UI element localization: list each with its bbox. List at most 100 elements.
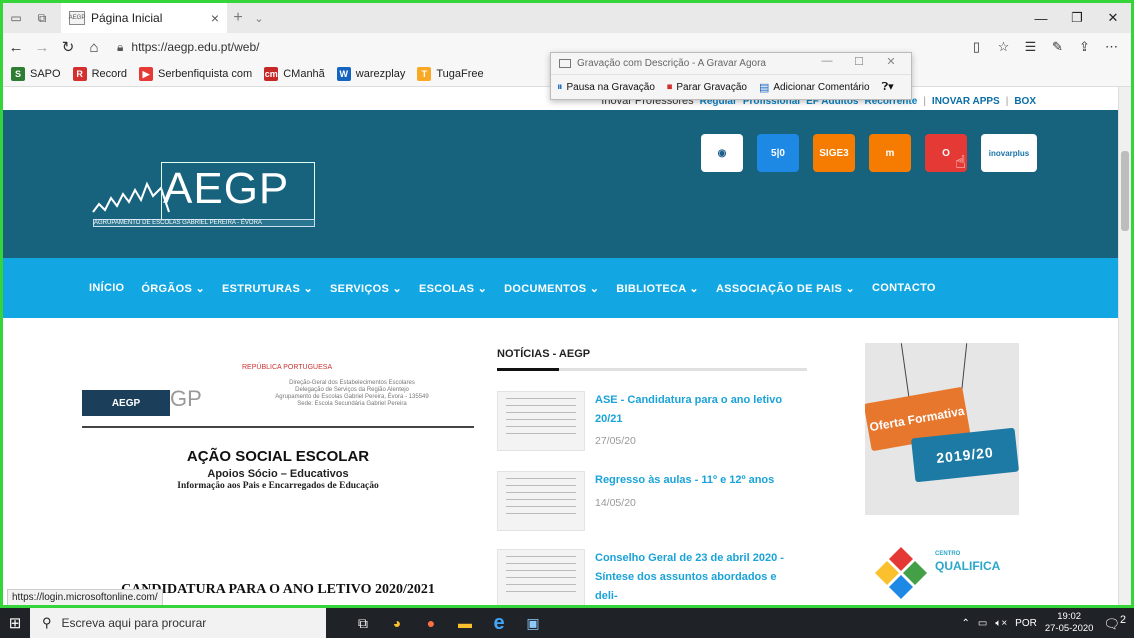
recorder-close-icon[interactable]: ✕ bbox=[875, 55, 907, 68]
doc-line: Delegação de Serviços da Região Alentejo bbox=[295, 387, 409, 393]
comment-icon: ▤ bbox=[758, 81, 770, 94]
task-view-icon[interactable]: ⧉ bbox=[346, 608, 380, 638]
nav-item[interactable]: SERVIÇOS ⌄ bbox=[330, 282, 402, 295]
aegp-logo[interactable]: AEGP AGRUPAMENTO DE ESCOLAS GABRIEL PERE… bbox=[91, 162, 317, 230]
url-field[interactable]: 🔒︎ https://aegp.edu.pt/web/ bbox=[117, 36, 507, 58]
tab-list-chevron-icon[interactable]: ⌄ bbox=[249, 12, 269, 25]
tray-chevron-icon[interactable]: ⌃ bbox=[961, 618, 969, 629]
qualifica-logo-icon bbox=[875, 547, 927, 599]
recorder-toolbar: ⏸︎ Pausa na Gravação ⏹︎ Parar Gravação ▤… bbox=[551, 75, 911, 99]
nav-item[interactable]: INÍCIO bbox=[89, 282, 124, 294]
news-thumbnail[interactable] bbox=[497, 471, 585, 531]
nav-item[interactable]: ASSOCIAÇÃO DE PAIS ⌄ bbox=[716, 282, 855, 295]
app-shortcut-1[interactable]: 5|0 bbox=[757, 134, 799, 172]
news-date: 14/05/20 bbox=[595, 497, 636, 509]
page-scrollbar[interactable] bbox=[1118, 87, 1131, 608]
news-item[interactable]: Conselho Geral de 23 de abril 2020 - Sín… bbox=[497, 549, 807, 608]
search-placeholder: Escreva aqui para procurar bbox=[61, 616, 207, 630]
centro-qualifica-banner[interactable]: CENTRO QUALIFICA bbox=[865, 539, 1019, 605]
favorite-icon: T bbox=[417, 66, 432, 81]
clock[interactable]: 19:02 27-05-2020 bbox=[1045, 611, 1094, 635]
chrome-icon[interactable]: ◕ bbox=[380, 608, 414, 638]
recorder-app-icon bbox=[559, 59, 571, 68]
nav-item[interactable]: DOCUMENTOS ⌄ bbox=[504, 282, 599, 295]
share-icon[interactable]: ⇪ bbox=[1071, 39, 1098, 55]
scrollbar-thumb[interactable] bbox=[1121, 151, 1129, 231]
oferta-formativa-banner[interactable]: Oferta Formativa 2019/20 bbox=[865, 343, 1019, 515]
network-icon[interactable]: ▭ bbox=[978, 618, 987, 629]
centro-label: CENTRO bbox=[935, 551, 961, 557]
new-tab-button[interactable]: + bbox=[227, 9, 249, 27]
document-header: REPÚBLICA PORTUGUESA AEGP GP Direção-Ger… bbox=[82, 358, 474, 428]
restore-icon[interactable]: ❐ bbox=[1059, 3, 1095, 33]
nav-item[interactable]: ÓRGÃOS ⌄ bbox=[141, 282, 205, 295]
taskbar-search[interactable]: ⚲ Escreva aqui para procurar bbox=[30, 608, 326, 638]
app-shortcut-3[interactable]: m bbox=[869, 134, 911, 172]
windows-start-icon[interactable]: ⊞ bbox=[0, 608, 30, 638]
tabs-aside-icon[interactable]: ⧉ bbox=[29, 3, 55, 33]
favorite-1[interactable]: R Record bbox=[72, 66, 127, 81]
edge-icon[interactable]: e bbox=[482, 608, 516, 638]
search-icon: ⚲ bbox=[42, 615, 52, 630]
news-title[interactable]: Conselho Geral de 23 de abril 2020 - Sín… bbox=[595, 549, 785, 606]
nav-item[interactable]: ESCOLAS ⌄ bbox=[419, 282, 487, 295]
language-indicator[interactable]: POR bbox=[1015, 618, 1037, 629]
firefox-icon[interactable]: ● bbox=[414, 608, 448, 638]
more-dots-icon[interactable]: ⋯ bbox=[1098, 39, 1125, 55]
reading-view-icon[interactable]: ▯ bbox=[963, 39, 990, 55]
news-heading-underline bbox=[497, 368, 807, 371]
favorite-0[interactable]: S SAPO bbox=[11, 66, 61, 81]
add-comment-button[interactable]: ▤ Adicionar Comentário bbox=[759, 81, 870, 94]
top-link[interactable]: BOX bbox=[1014, 96, 1036, 107]
stop-recording-button[interactable]: ⏹︎ Parar Gravação bbox=[667, 81, 747, 94]
skyline-icon bbox=[92, 181, 170, 213]
news-title[interactable]: ASE - Candidatura para o ano letivo 20/2… bbox=[595, 391, 785, 429]
forward-icon[interactable]: → bbox=[29, 39, 55, 56]
news-thumbnail[interactable] bbox=[497, 549, 585, 608]
tab-bar: ▭ ⧉ AEGP Página Inicial × + ⌄ — ❐ ✕ bbox=[3, 3, 1131, 33]
sidebar-promos: Oferta Formativa 2019/20 CENTRO QUALIFIC… bbox=[865, 343, 1019, 605]
news-item[interactable]: Regresso às aulas - 11º e 12º anos 14/05/… bbox=[497, 471, 807, 541]
doc-rule bbox=[82, 426, 474, 428]
nav-item[interactable]: BIBLIOTECA ⌄ bbox=[616, 282, 699, 295]
system-tray: ⌃ ▭ 🔈︎× POR 19:02 27-05-2020 🗨︎2 bbox=[961, 608, 1134, 638]
refresh-icon[interactable]: ↻ bbox=[55, 38, 81, 56]
steps-recorder-taskbar-icon[interactable]: ▣ bbox=[516, 608, 550, 638]
notes-pen-icon[interactable]: ✎ bbox=[1044, 39, 1071, 55]
top-link[interactable]: INOVAR APPS bbox=[932, 96, 1000, 107]
close-tab-icon[interactable]: × bbox=[211, 10, 219, 26]
recorder-minimize-icon[interactable]: — bbox=[811, 55, 843, 68]
app-shortcut-5[interactable]: inovarplus bbox=[981, 134, 1037, 172]
minimize-icon[interactable]: — bbox=[1023, 3, 1059, 33]
nav-item[interactable]: ESTRUTURAS ⌄ bbox=[222, 282, 313, 295]
app-shortcut-0[interactable]: ◉ bbox=[701, 134, 743, 172]
nav-item[interactable]: CONTACTO bbox=[872, 282, 936, 294]
news-title[interactable]: Regresso às aulas - 11º e 12º anos bbox=[595, 471, 785, 490]
news-thumbnail[interactable] bbox=[497, 391, 585, 451]
pause-recording-button[interactable]: ⏸︎ Pausa na Gravação bbox=[557, 81, 655, 94]
back-icon[interactable]: ← bbox=[3, 39, 29, 56]
favorite-label: CManhã bbox=[283, 67, 325, 80]
tab-preview-icon[interactable]: ▭ bbox=[3, 3, 29, 33]
favorite-star-icon[interactable]: ☆ bbox=[990, 39, 1017, 55]
recorder-maximize-icon[interactable]: ☐ bbox=[843, 55, 875, 68]
tab-home[interactable]: AEGP Página Inicial × bbox=[61, 3, 227, 33]
close-window-icon[interactable]: ✕ bbox=[1095, 3, 1131, 33]
favorite-3[interactable]: cm CManhã bbox=[264, 66, 325, 81]
pause-label: Pausa na Gravação bbox=[566, 81, 655, 93]
file-explorer-icon[interactable]: ▬ bbox=[448, 608, 482, 638]
ase-document-image[interactable]: REPÚBLICA PORTUGUESA AEGP GP Direção-Ger… bbox=[82, 338, 474, 608]
favorite-4[interactable]: Wwarezplay bbox=[336, 66, 405, 81]
favorite-5[interactable]: T TugaFree bbox=[417, 66, 484, 81]
favorite-icon: R bbox=[72, 66, 87, 81]
steps-recorder-window: Gravação com Descrição - A Gravar Agora … bbox=[550, 52, 912, 100]
news-item[interactable]: ASE - Candidatura para o ano letivo 20/2… bbox=[497, 391, 807, 461]
app-shortcut-2[interactable]: SIGE3 bbox=[813, 134, 855, 172]
favorite-2[interactable]: ▶ Serbenfiquista com bbox=[139, 66, 252, 81]
favorites-hub-icon[interactable]: ☰ bbox=[1017, 39, 1044, 55]
volume-icon[interactable]: 🔈︎× bbox=[995, 618, 1007, 629]
windows-taskbar: ⊞ ⚲ Escreva aqui para procurar ⧉ ◕ ● ▬ e… bbox=[0, 608, 1134, 638]
notifications-icon[interactable]: 🗨︎2 bbox=[1103, 614, 1126, 632]
home-icon[interactable]: ⌂ bbox=[81, 39, 107, 56]
help-dropdown[interactable]: ❓︎▾ bbox=[882, 80, 898, 94]
